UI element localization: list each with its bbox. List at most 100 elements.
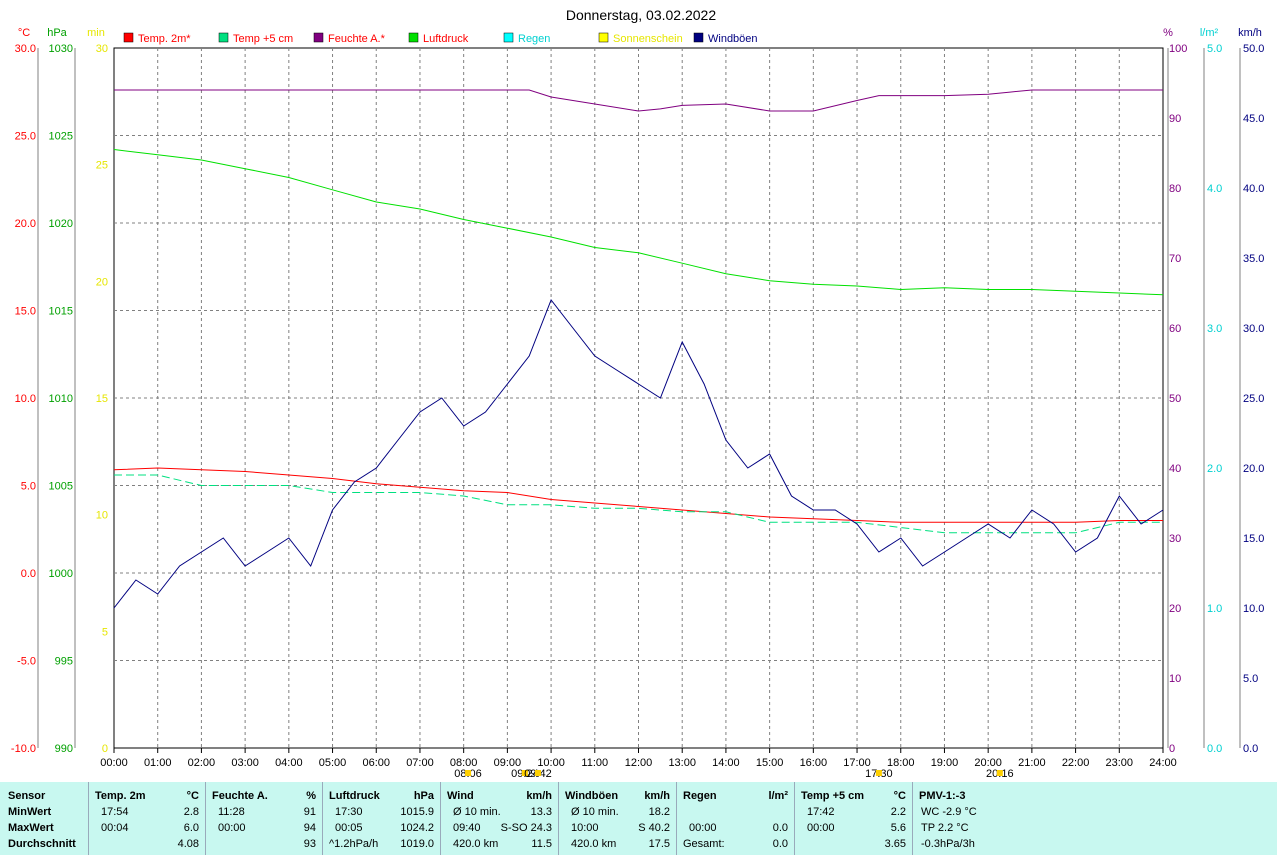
legend-item: Sonnenschein [598,32,683,45]
y-tick-label: 50.0 [1243,43,1264,55]
y-tick-label: 10.0 [15,393,36,405]
legend-item: Windböen [693,32,758,45]
stats-gusts-column: Windböen km/h Ø 10 min. 18.2 10:00 S 40.… [559,782,677,855]
y-tick-label: -5.0 [17,656,36,668]
y-tick-label: 40 [1169,463,1181,475]
x-tick-label: 06:00 [362,757,390,769]
stats-head-rain: Regen [683,790,717,802]
stats-value: Ø 10 min. [453,806,501,818]
y-tick-label: 5 [102,626,108,638]
y-tick-label: 45.0 [1243,113,1264,125]
stats-head-sensor: Sensor [8,790,46,802]
axis-unit-pressure: hPa [47,27,67,39]
stats-temp2m-column: Temp. 2m °C 17:54 2.8 00:04 6.0 4.08 [89,782,206,855]
y-tick-label: 0.0 [21,568,36,580]
y-tick-label: 990 [55,743,73,755]
y-tick-label: 0 [1169,743,1175,755]
stats-temp5-column: Temp +5 cm °C 17:42 2.2 00:00 5.6 3.65 [795,782,913,855]
legend-swatch [598,32,609,43]
y-tick-label: 100 [1169,43,1187,55]
y-tick-label: 1.0 [1207,603,1222,615]
y-tick-label: -10.0 [11,743,36,755]
stats-row-max: MaxWert [8,822,54,834]
y-tick-label: 20 [96,276,108,288]
sun-marker-icon [465,770,472,776]
x-tick-label: 12:00 [625,757,653,769]
axis-unit-humidity: % [1163,27,1173,39]
stats-value: 00:00 [218,822,246,834]
stats-sensor-column: Sensor MinWert MaxWert Durchschnitt [0,782,89,855]
x-tick-label: 07:00 [406,757,434,769]
stats-pressure-column: Luftdruck hPa 17:30 1015.9 00:05 1024.2 … [323,782,441,855]
legend-item: Temp. 2m* [123,32,191,45]
stats-value: 0.0 [772,822,788,834]
stats-value: 94 [303,822,316,834]
stats-unit-wind: km/h [526,790,552,802]
y-tick-label: 35.0 [1243,253,1264,265]
x-tick-label: 00:00 [100,757,128,769]
stats-unit-temp2m: °C [186,790,199,802]
stats-value: 13.3 [530,806,552,818]
y-tick-label: 30.0 [1243,323,1264,335]
y-tick-label: 1000 [49,568,73,580]
stats-head-gusts: Windböen [565,790,619,802]
stats-value: 17:42 [807,806,835,818]
x-tick-label: 19:00 [931,757,959,769]
legend-item: Regen [503,32,550,45]
stats-value: 00:00 [807,822,835,834]
y-tick-label: 30 [1169,533,1181,545]
stats-row-avg: Durchschnitt [8,838,76,850]
y-tick-label: 1010 [49,393,73,405]
legend-label: Luftdruck [423,33,469,45]
stats-value: 420.0 km [571,838,617,850]
y-tick-label: 0 [102,743,108,755]
y-tick-label: 30 [96,43,108,55]
x-tick-label: 04:00 [275,757,303,769]
sun-marker-icon [875,770,882,776]
y-tick-label: 15.0 [1243,533,1264,545]
stats-value: 2.8 [183,806,199,818]
axis-unit-temp: °C [18,27,30,39]
y-tick-label: 60 [1169,323,1181,335]
stats-value: -0.3hPa/3h [921,838,975,850]
stats-value: 4.08 [177,838,199,850]
chart-title: Donnerstag, 03.02.2022 [566,7,716,23]
stats-unit-humidity: % [306,790,316,802]
stats-humidity-column: Feuchte A. % 11:28 91 00:00 94 93 [206,782,323,855]
stats-value: 6.0 [183,822,199,834]
y-tick-label: 20.0 [1243,463,1264,475]
stats-value: TP 2.2 °C [921,822,969,834]
x-tick-label: 11:00 [581,757,608,769]
stats-value: 10:00 [571,822,599,834]
y-tick-label: 1025 [49,131,73,143]
y-tick-label: 25 [96,160,108,172]
legend-item: Luftdruck [408,32,469,45]
y-tick-label: 80 [1169,183,1181,195]
legend-item: Feuchte A.* [313,32,386,45]
y-tick-label: 5.0 [1243,673,1258,685]
stats-head-pmv: PMV-1:-3 [919,790,966,802]
y-tick-label: 30.0 [15,43,36,55]
stats-unit-gusts: km/h [644,790,670,802]
x-tick-label: 13:00 [668,757,696,769]
axis-unit-rain: l/m² [1200,27,1219,39]
stats-value: 18.2 [648,806,670,818]
statistics-table: Sensor MinWert MaxWert Durchschnitt Temp… [0,782,1277,855]
x-tick-label: 02:00 [188,757,216,769]
legend-label: Regen [518,33,550,45]
y-tick-label: 0.0 [1207,743,1222,755]
time-markers: 09:2408:0609:4217:3020:16 [454,768,1013,780]
x-tick-label: 14:00 [712,757,740,769]
y-tick-label: 5.0 [21,481,36,493]
x-tick-label: 24:00 [1149,757,1177,769]
stats-value: 00:00 [689,822,717,834]
axis-unit-sun: min [87,27,105,39]
stats-value: 11:28 [218,806,245,818]
x-tick-label: 15:00 [756,757,784,769]
stats-row-min: MinWert [8,806,52,818]
y-tick-label: 0.0 [1243,743,1258,755]
stats-unit-pressure: hPa [413,790,434,802]
y-tick-label: 4.0 [1207,183,1222,195]
stats-unit-temp5: °C [893,790,906,802]
legend-label: Sonnenschein [613,33,683,45]
